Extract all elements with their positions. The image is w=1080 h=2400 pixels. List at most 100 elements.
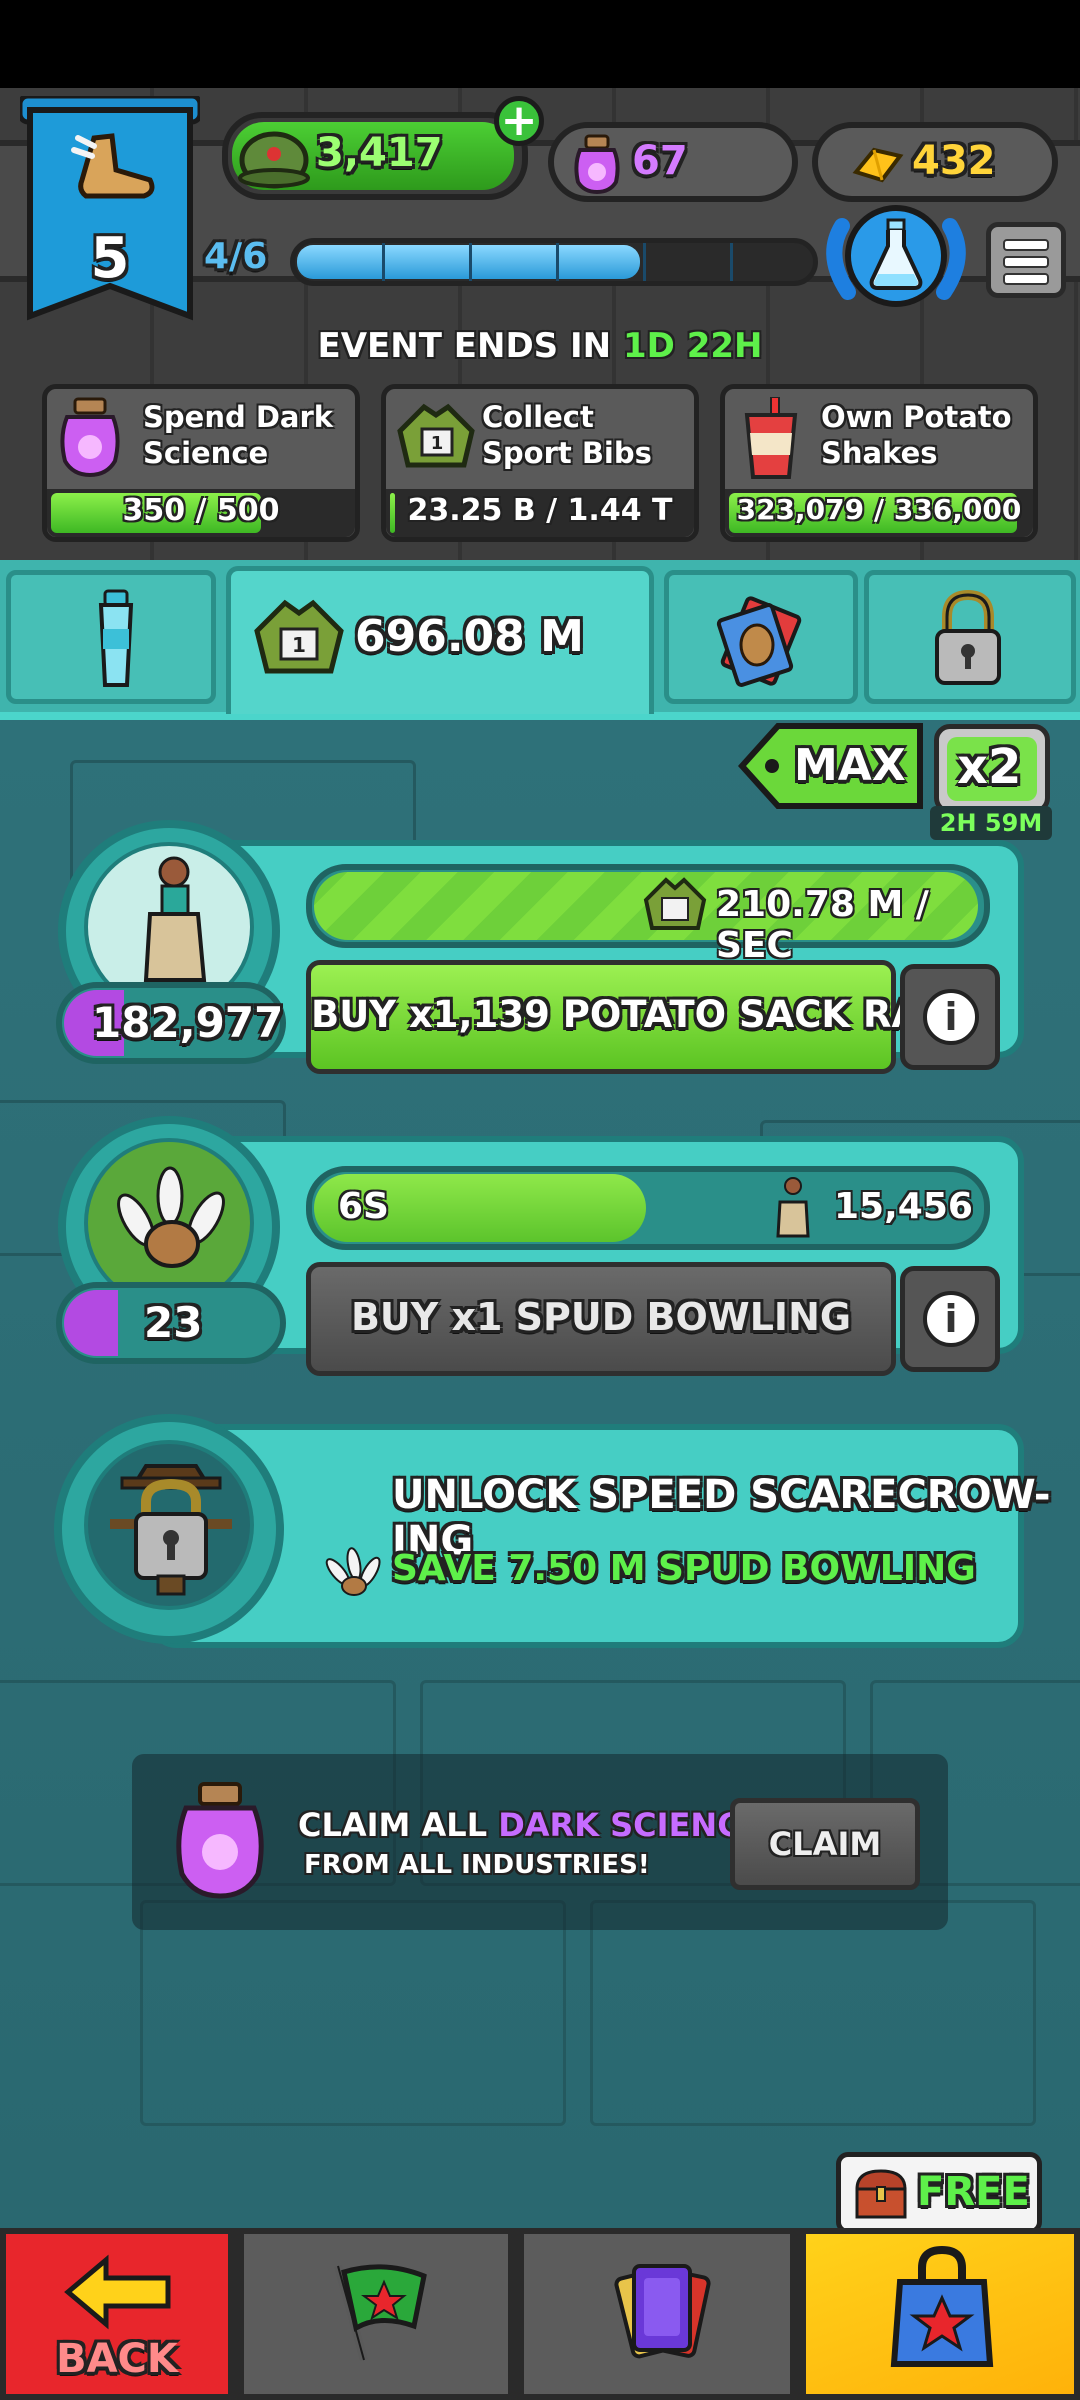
- gold-counter[interactable]: 432: [812, 122, 1058, 202]
- production-cost: 15,456: [834, 1186, 973, 1227]
- boost-label: x2: [957, 739, 1022, 795]
- menu-button[interactable]: [986, 222, 1066, 298]
- max-buy-button[interactable]: MAX: [737, 720, 924, 812]
- currency-value: 696.08 M: [355, 611, 584, 662]
- back-arrow-icon: [62, 2254, 174, 2330]
- goal-card[interactable]: 1 Collect Sport Bibs 23.25 B / 1.44 T: [381, 384, 699, 542]
- free-label: FREE: [917, 2169, 1030, 2215]
- buy-spud-bowling-button[interactable]: BUY x1 SPUD BOWLING: [306, 1262, 896, 1376]
- dark-science-count: 67: [632, 138, 688, 184]
- tab-sport-bibs[interactable]: 1 696.08 M: [226, 566, 654, 714]
- level-banner[interactable]: 5: [17, 93, 203, 321]
- back-label: BACK: [56, 2336, 178, 2382]
- max-label: MAX: [794, 740, 906, 791]
- army-helmet-icon: [236, 118, 312, 194]
- claim-subline: FROM ALL INDUSTRIES!: [304, 1850, 650, 1880]
- helmet-counter[interactable]: 3,417: [222, 112, 528, 200]
- goal-progress-text: 350 / 500: [122, 493, 280, 528]
- boot-icon: [64, 130, 160, 210]
- nav-shop-button[interactable]: [800, 2228, 1080, 2400]
- owned-count-pill: 182,977: [56, 982, 286, 1064]
- gold-bar-icon: [852, 142, 904, 186]
- info-button[interactable]: i: [900, 964, 1000, 1070]
- scarecrow-lock-icon: [106, 1458, 236, 1598]
- sport-bib-icon: [642, 876, 708, 936]
- goal-progress-bar: 23.25 B / 1.44 T: [386, 489, 694, 537]
- research-badge[interactable]: [818, 196, 974, 316]
- back-button[interactable]: BACK: [0, 2228, 234, 2400]
- goal-title: Own Potato Shakes: [821, 400, 1012, 470]
- buy-sack-races-button[interactable]: BUY x1,139 POTATO SACK RACES: [306, 960, 1000, 1074]
- claim-button-label: CLAIM: [768, 1825, 882, 1863]
- gold-count: 432: [912, 138, 996, 184]
- event-timer: EVENT ENDS IN 1D 22H: [0, 326, 1080, 366]
- ticket-icon: [715, 591, 811, 687]
- tab-locked[interactable]: [864, 570, 1076, 704]
- info-button[interactable]: i: [900, 1266, 1000, 1372]
- bowling-pins-icon: [108, 1160, 234, 1270]
- buy-label: BUY x1 SPUD BOWLING: [350, 1295, 852, 1339]
- x2-boost-button[interactable]: x2: [934, 724, 1050, 814]
- svg-text:1: 1: [292, 633, 306, 657]
- dark-science-jar-icon: [57, 397, 123, 478]
- unlock-requirement: SAVE 7.50 M SPUD BOWLING: [392, 1548, 976, 1589]
- production-bar: 6S 15,456: [306, 1166, 990, 1250]
- shopping-bag-icon: [886, 2242, 998, 2372]
- cards-icon: [606, 2256, 718, 2368]
- claim-headline: CLAIM ALL DARK SCIENCE: [298, 1806, 763, 1844]
- info-icon: i: [923, 989, 979, 1045]
- flag-icon: [324, 2256, 436, 2368]
- info-icon: i: [923, 1291, 979, 1347]
- goal-progress-bar: 350 / 500: [47, 489, 355, 537]
- event-label: EVENT ENDS IN: [317, 326, 612, 366]
- goal-title: Collect Sport Bibs: [482, 400, 652, 470]
- level-number: 5: [90, 226, 130, 291]
- potato-shake-icon: [741, 396, 801, 481]
- sack-racer-icon: [124, 854, 220, 994]
- dark-science-counter[interactable]: 67: [548, 122, 798, 202]
- buy-label: BUY x1,139 POTATO SACK RACES: [311, 993, 1000, 1036]
- bowling-pins-icon: [324, 1540, 384, 1600]
- status-bar: [0, 0, 1080, 88]
- goal-card[interactable]: Spend Dark Science 350 / 500: [42, 384, 360, 542]
- goal-card[interactable]: Own Potato Shakes 323,079 / 336,000: [720, 384, 1038, 542]
- claim-button[interactable]: CLAIM: [730, 1798, 920, 1890]
- production-bar: 210.78 M / SEC: [306, 864, 990, 966]
- svg-text:1: 1: [431, 433, 444, 454]
- add-currency-button[interactable]: +: [494, 95, 544, 146]
- dark-science-jar-icon: [572, 134, 622, 195]
- padlock-icon: [931, 589, 1005, 689]
- flask-icon: [866, 218, 926, 292]
- dark-science-jar-icon: [172, 1782, 268, 1900]
- goal-progress-bar: 323,079 / 336,000: [725, 489, 1033, 537]
- sport-bib-icon: 1: [251, 597, 347, 683]
- goal-progress-text: 323,079 / 336,000: [736, 493, 1022, 526]
- nav-cards-button[interactable]: [518, 2228, 796, 2400]
- goal-progress-text: 23.25 B / 1.44 T: [407, 493, 673, 528]
- sport-bib-icon: 1: [394, 401, 478, 477]
- treasure-chest-icon: [853, 2167, 909, 2221]
- event-hours: 22H: [686, 326, 763, 366]
- boost-timer: 2H 59M: [930, 806, 1052, 840]
- free-offer-badge[interactable]: FREE: [836, 2152, 1042, 2234]
- event-days: 1D: [622, 326, 675, 366]
- claim-highlight: DARK SCIENCE: [498, 1806, 763, 1844]
- owned-count: 23: [144, 1298, 203, 1347]
- owned-count-pill: 23: [56, 1282, 286, 1364]
- sack-racer-icon: [772, 1176, 812, 1240]
- water-bottle-icon: [91, 589, 141, 689]
- owned-count: 182,977: [92, 998, 284, 1047]
- tab-bottle[interactable]: [6, 570, 216, 704]
- boost-timer-text: 2H 59M: [939, 809, 1043, 837]
- plus-icon: +: [500, 95, 538, 146]
- claim-prefix: CLAIM ALL: [298, 1806, 488, 1844]
- tab-potato-tickets[interactable]: [664, 570, 858, 704]
- production-timer: 6S: [338, 1186, 389, 1227]
- progress-count: 4/6: [204, 236, 268, 277]
- helmet-count: 3,417: [316, 130, 443, 176]
- production-rate: 210.78 M / SEC: [716, 884, 929, 966]
- goal-title: Spend Dark Science: [143, 400, 334, 470]
- milestone-progress-bar: [290, 238, 818, 286]
- locked-industry-avatar[interactable]: [54, 1414, 284, 1644]
- nav-missions-button[interactable]: [238, 2228, 514, 2400]
